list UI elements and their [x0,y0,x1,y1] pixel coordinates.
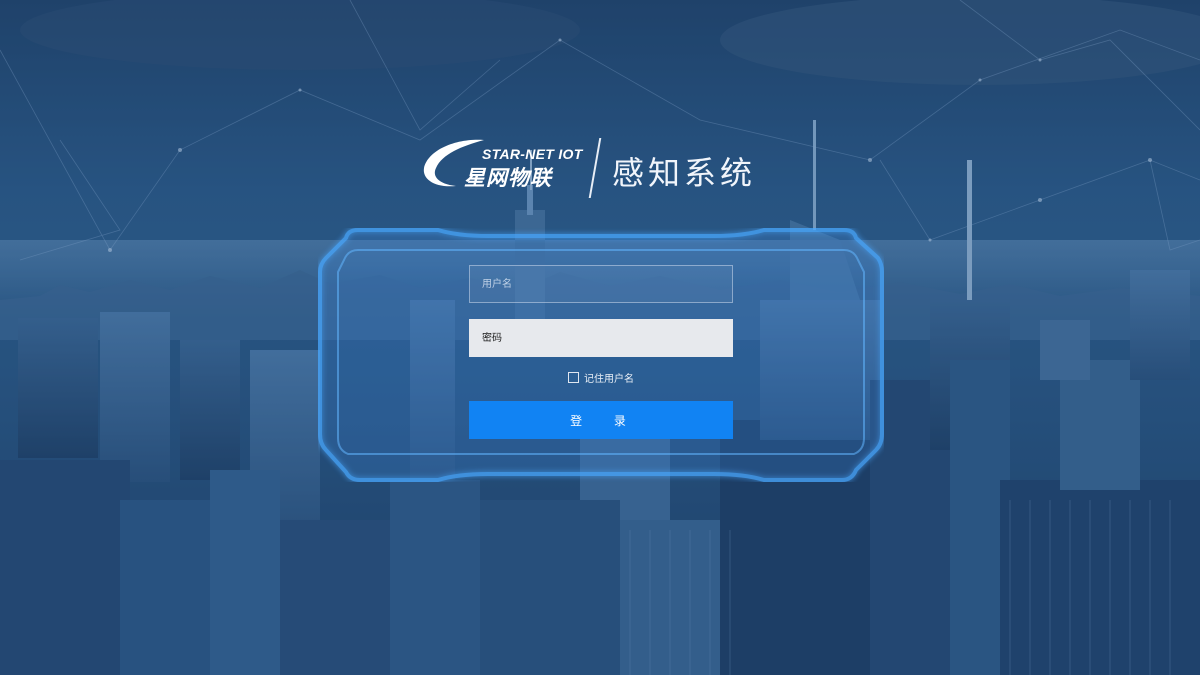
logo-chinese-text: 星网物联 [464,166,552,190]
logo-divider [588,138,602,198]
brand-logo: STAR-NET IOT 星网物联 感知系统 [418,128,788,200]
remember-label: 记住用户名 [584,373,634,385]
system-title: 感知系统 [612,154,757,192]
logo-english-text: STAR-NET IOT [482,146,583,162]
password-input[interactable] [469,319,733,357]
login-form: 记住用户名 登 录 [469,265,733,439]
remember-checkbox[interactable] [568,371,579,383]
username-input[interactable] [469,265,733,303]
login-button[interactable]: 登 录 [469,401,733,439]
remember-username[interactable]: 记住用户名 [469,370,733,385]
